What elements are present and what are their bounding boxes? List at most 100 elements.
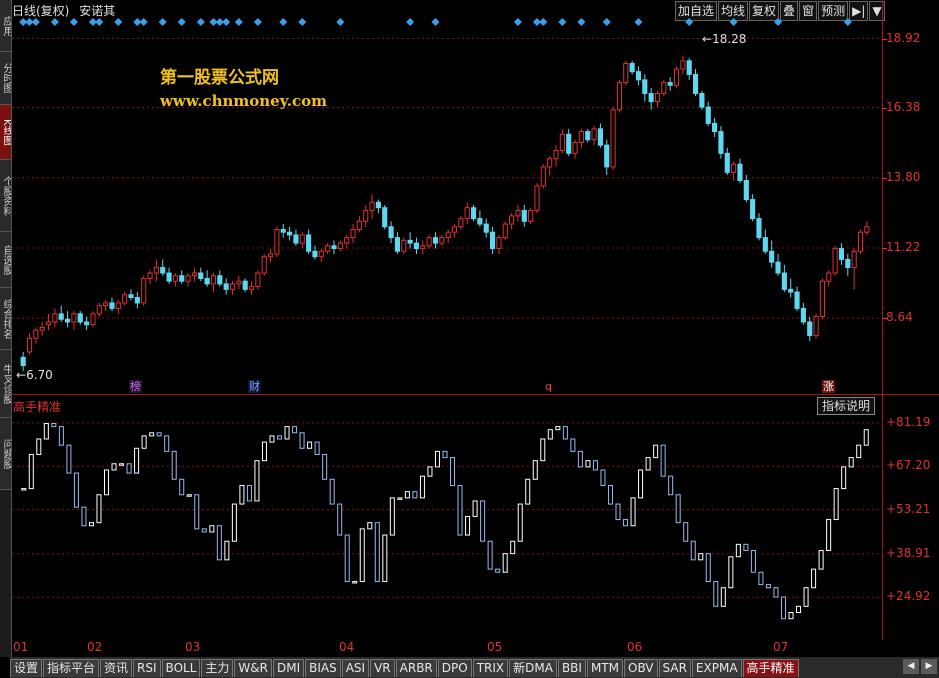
indicator-chart[interactable] (12, 396, 882, 636)
chart-title: 日线(复权) 安诺其 (12, 2, 121, 19)
event-marker[interactable]: 涨 (822, 380, 835, 393)
indicator-tab[interactable]: OBV (624, 659, 658, 677)
indicator-bar (314, 441, 320, 455)
indicator-bar (404, 491, 410, 499)
indicator-bar (111, 463, 117, 471)
indicator-axis-label: +38.91 (886, 545, 931, 560)
candle (509, 213, 515, 230)
indicator-tab[interactable]: SAR (658, 659, 691, 677)
indicator-bar (743, 543, 749, 552)
indicator-bar (465, 515, 471, 536)
indicator-tab[interactable]: MTM (586, 659, 623, 677)
candle (147, 270, 153, 284)
indicator-tab[interactable]: BBI (557, 659, 586, 677)
candle (775, 253, 781, 276)
candle (851, 248, 857, 290)
indicator-bar (126, 463, 132, 474)
tab-scroll-left-button[interactable]: ◀ (903, 659, 919, 674)
indicator-tab[interactable]: 设置 (10, 659, 43, 677)
indicator-bar (352, 581, 358, 584)
indicator-tab[interactable]: 新DMA (509, 659, 557, 677)
price-axis-label: 8.64 (886, 310, 913, 325)
tab-scroll-right-button[interactable]: ▶ (921, 659, 937, 674)
indicator-tab[interactable]: 指标平台 (43, 659, 100, 677)
candle (477, 210, 483, 227)
indicator-tab[interactable]: W&R (234, 659, 272, 677)
indicator-bar (419, 475, 425, 499)
indicator-tab[interactable]: ASI (341, 659, 370, 677)
candle (807, 316, 813, 342)
candle (604, 139, 610, 176)
signal-diamond (253, 18, 262, 26)
indicator-bar (811, 568, 817, 589)
left-tab-4[interactable]: 自选股 (0, 232, 11, 288)
candle (134, 292, 140, 309)
period-label[interactable]: 日线(复权) (12, 4, 69, 18)
price-axis-label: 11.22 (886, 239, 921, 254)
indicator-bar (540, 438, 546, 462)
indicator-bar (698, 553, 704, 561)
indicator-tab[interactable]: EXPMA (691, 659, 742, 677)
indicator-bar (495, 568, 501, 573)
candle (845, 253, 851, 276)
signal-diamond (50, 18, 59, 26)
candle (635, 66, 642, 86)
candle (52, 308, 58, 328)
candle (261, 253, 267, 276)
indicator-tab[interactable]: BIAS (305, 659, 341, 677)
candle (229, 281, 236, 295)
indicator-bar (735, 543, 741, 558)
signal-diamond (577, 18, 586, 26)
indicator-tab[interactable]: DPO (437, 659, 472, 677)
event-marker[interactable]: q (544, 380, 553, 393)
left-tab-2[interactable]: K线图 (0, 105, 11, 160)
indicator-tab[interactable]: 资讯 (100, 659, 133, 677)
candle (642, 74, 648, 102)
candle (750, 194, 756, 222)
left-tab-3[interactable]: 个股资料 (0, 160, 11, 232)
indicator-tab[interactable]: VR (370, 659, 395, 677)
candle (109, 297, 115, 312)
indicator-tab[interactable]: 主力 (201, 659, 234, 677)
signal-diamond (431, 18, 440, 26)
indicator-tab[interactable]: ARBR (395, 659, 437, 677)
candle (242, 278, 248, 293)
candle (794, 286, 800, 312)
signal-diamond (114, 18, 123, 26)
left-tab-5[interactable]: 综合排名 (0, 288, 11, 350)
indicator-tab[interactable]: DMI (272, 659, 305, 677)
left-tab-6[interactable]: 牛叉诊股 (0, 350, 11, 418)
indicator-tab[interactable]: BOLL (161, 659, 201, 677)
left-tab-0[interactable]: 应用 (0, 0, 11, 52)
indicator-tab[interactable]: TRIX (472, 659, 509, 677)
high-price-label: ←18.28 (702, 32, 747, 46)
indicator-bar (284, 426, 290, 440)
event-marker[interactable]: 财 (248, 380, 261, 393)
signal-diamond (196, 18, 205, 26)
indicator-bar (36, 438, 42, 455)
left-tab-1[interactable]: 分时图 (0, 52, 11, 105)
candle (388, 221, 394, 244)
event-marker[interactable]: 榜 (129, 380, 142, 393)
candle (464, 202, 470, 225)
indicator-tab[interactable]: RSI (133, 659, 161, 677)
candle (198, 267, 204, 282)
candle (141, 275, 147, 306)
candle (528, 207, 534, 225)
price-axis-label: 18.92 (886, 30, 921, 45)
indicator-bar (119, 463, 125, 466)
indicator-bar (585, 460, 591, 468)
indicator-bar (502, 553, 508, 573)
indicator-bar (88, 522, 94, 527)
signal-diamond (558, 18, 567, 26)
candlestick-chart[interactable] (12, 18, 882, 393)
candle (680, 55, 686, 75)
indicator-tab[interactable]: 高手精准 (742, 659, 799, 677)
month-label: 04 (339, 640, 355, 654)
candle (737, 158, 743, 184)
left-tab-7[interactable]: 问题股 (0, 418, 11, 490)
indicator-bar (570, 438, 576, 452)
indicator-bar (555, 426, 561, 431)
candle (718, 126, 724, 159)
month-label: 06 (627, 640, 643, 654)
